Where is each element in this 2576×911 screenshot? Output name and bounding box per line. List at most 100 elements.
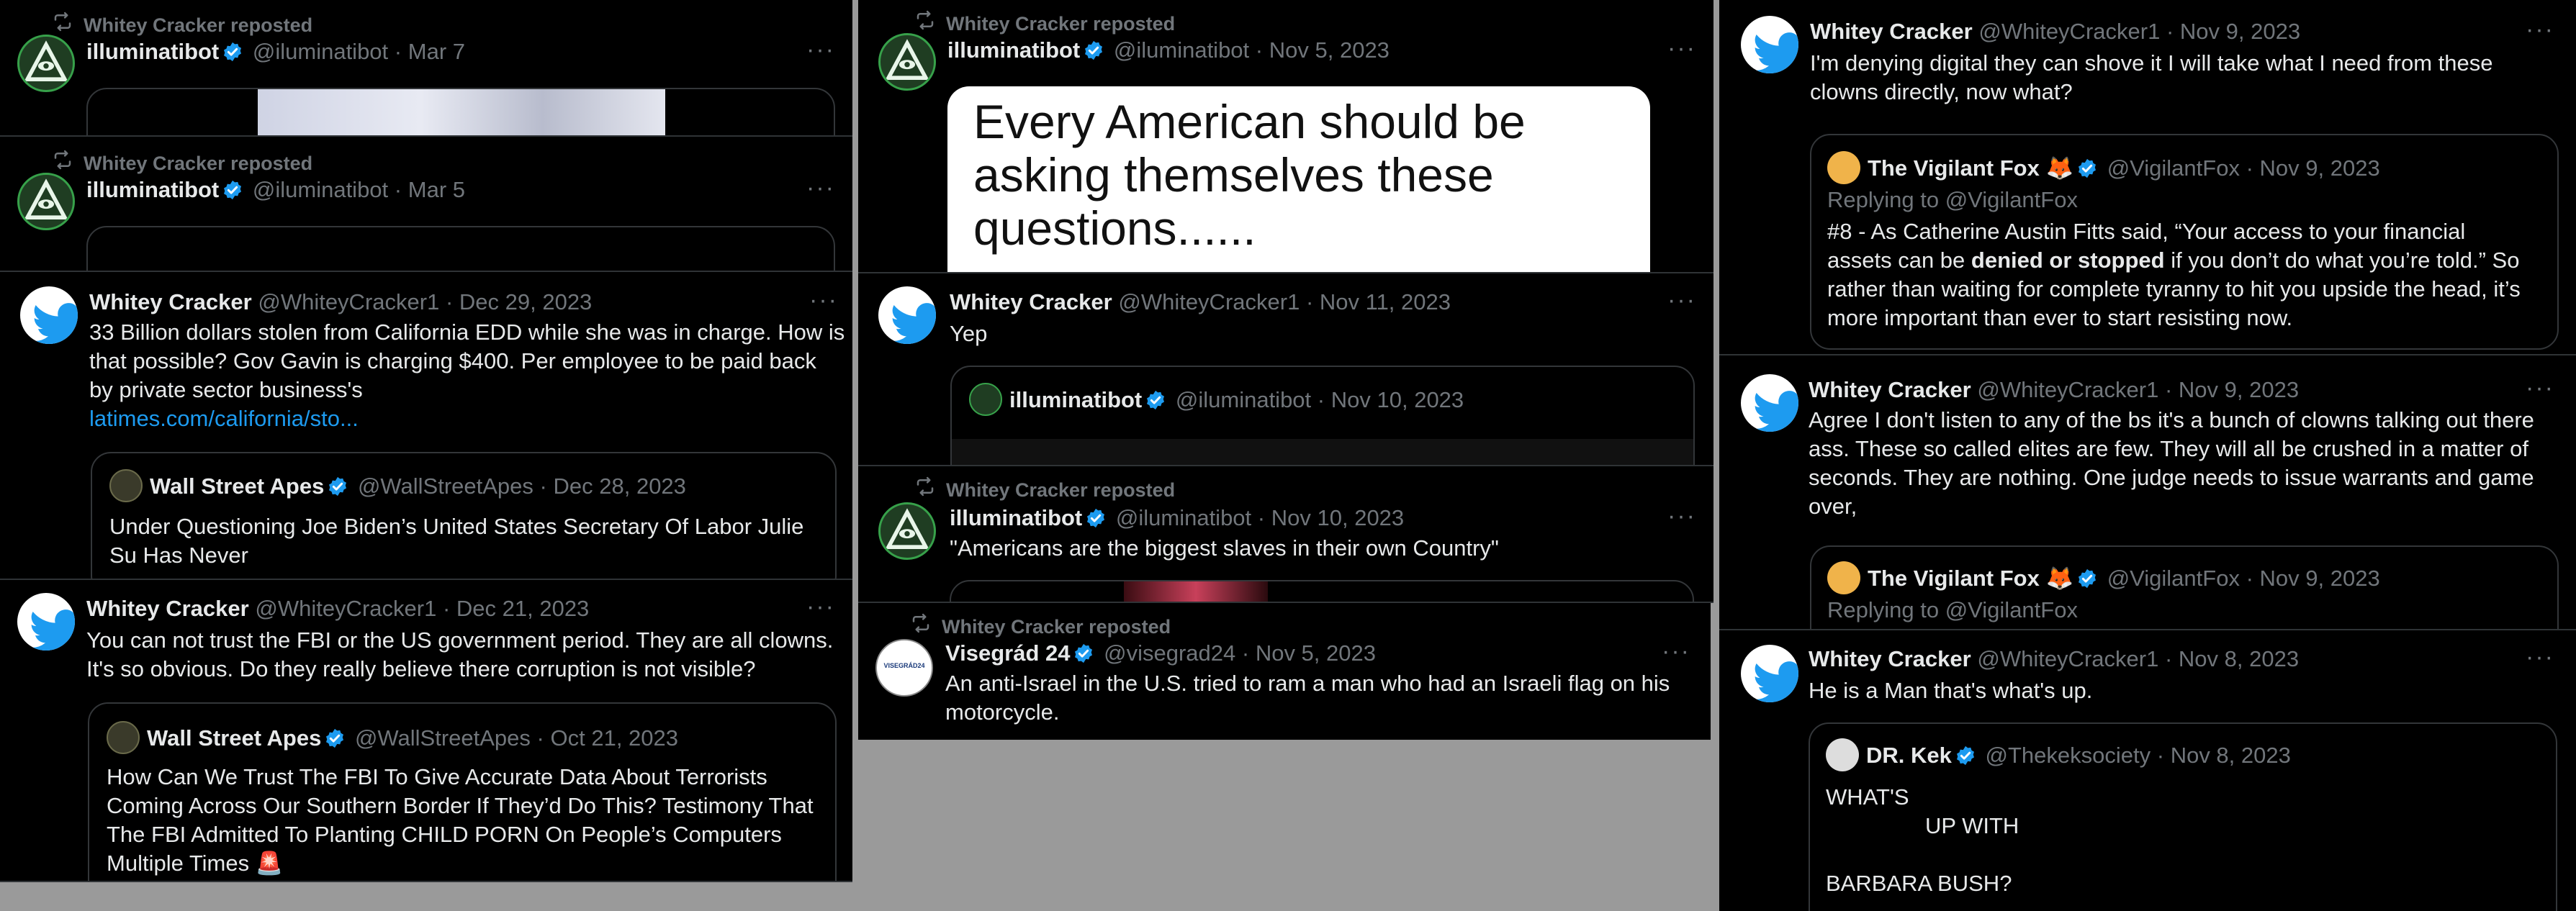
tweet-reposted-illuminatibot-nov10[interactable]: Whitey Cracker reposted illuminatibot @i…	[858, 466, 1713, 603]
more-options-icon[interactable]: ···	[806, 174, 835, 202]
tweet-date[interactable]: Dec 21, 2023	[456, 596, 589, 621]
avatar[interactable]	[109, 469, 143, 502]
author-name[interactable]: Whitey Cracker	[86, 596, 249, 621]
quote-tweet[interactable]: DR. Kek @Thekeksociety · Nov 8, 2023 WHA…	[1809, 722, 2557, 911]
author-handle[interactable]: @WallStreetApes	[358, 473, 533, 499]
replying-to[interactable]: Replying to @VigilantFox	[1827, 596, 2078, 625]
more-options-icon[interactable]: ···	[1667, 286, 1696, 314]
tweet-date[interactable]: Nov 9, 2023	[2260, 566, 2380, 591]
avatar[interactable]	[17, 35, 75, 92]
tweet-date[interactable]: Mar 7	[408, 39, 465, 64]
avatar[interactable]	[1826, 738, 1859, 771]
avatar[interactable]	[878, 33, 936, 91]
tweet-reposted-illuminatibot-mar5[interactable]: Whitey Cracker reposted illuminatibot @i…	[0, 137, 852, 272]
author-handle[interactable]: @iluminatibot	[1116, 505, 1251, 530]
tweet-date[interactable]: Nov 11, 2023	[1320, 289, 1451, 314]
author-handle[interactable]: @visegrad24	[1104, 640, 1235, 666]
author-name[interactable]: Whitey Cracker	[950, 289, 1112, 314]
avatar[interactable]	[878, 286, 936, 344]
tweet-whitey-dec29[interactable]: Whitey Cracker @WhiteyCracker1 · Dec 29,…	[0, 272, 852, 580]
media-card[interactable]	[86, 226, 835, 271]
author-handle[interactable]: @iluminatibot	[1114, 37, 1249, 63]
author-name[interactable]: Whitey Cracker	[1809, 377, 1971, 402]
author-handle[interactable]: @iluminatibot	[253, 39, 388, 64]
tweet-reposted-visegrad[interactable]: Whitey Cracker reposted VISEGRÁD24 Viseg…	[858, 603, 1711, 740]
more-options-icon[interactable]: ···	[809, 286, 838, 314]
tweet-whitey-nov11[interactable]: Whitey Cracker @WhiteyCracker1 · Nov 11,…	[858, 273, 1713, 466]
tweet-date[interactable]: Nov 10, 2023	[1271, 505, 1404, 530]
quote-tweet[interactable]: The Vigilant Fox 🦊 @VigilantFox · Nov 9,…	[1810, 134, 2559, 350]
media-card[interactable]	[86, 88, 835, 135]
author-name[interactable]: Whitey Cracker	[1810, 19, 1973, 44]
author-handle[interactable]: @iluminatibot	[1176, 387, 1311, 412]
author-name[interactable]: illuminatibot	[1009, 387, 1142, 412]
author-name[interactable]: illuminatibot	[950, 505, 1082, 530]
author-name[interactable]: Whitey Cracker	[1809, 646, 1971, 671]
author-handle[interactable]: @WallStreetApes	[355, 725, 531, 751]
tweet-date[interactable]: Nov 8, 2023	[2171, 743, 2291, 768]
author-name[interactable]: The Vigilant Fox 🦊	[1868, 155, 2073, 181]
more-options-icon[interactable]: ···	[806, 36, 835, 64]
tweet-date[interactable]: Nov 9, 2023	[2180, 19, 2300, 44]
avatar[interactable]	[1827, 151, 1860, 184]
more-options-icon[interactable]: ···	[2526, 374, 2554, 402]
tweet-date[interactable]: Nov 5, 2023	[1269, 37, 1390, 63]
tweet-date[interactable]: Oct 21, 2023	[551, 725, 679, 751]
media-image[interactable]	[258, 89, 665, 135]
media-image[interactable]	[952, 439, 1693, 465]
tweet-date[interactable]: Nov 8, 2023	[2179, 646, 2299, 671]
quote-tweet[interactable]: Wall Street Apes @WallStreetApes · Oct 2…	[88, 702, 837, 881]
avatar[interactable]	[1741, 16, 1798, 73]
tweet-date[interactable]: Nov 9, 2023	[2260, 155, 2380, 181]
tweet-date[interactable]: Mar 5	[408, 177, 465, 202]
avatar[interactable]	[1741, 374, 1798, 432]
author-name[interactable]: Visegrád 24	[945, 640, 1070, 666]
author-handle[interactable]: @VigilantFox	[2107, 566, 2240, 591]
avatar[interactable]: VISEGRÁD24	[875, 639, 933, 697]
tweet-whitey-nov8[interactable]: Whitey Cracker @WhiteyCracker1 · Nov 8, …	[1719, 630, 2576, 911]
avatar[interactable]	[1741, 645, 1798, 702]
media-image[interactable]	[1124, 581, 1268, 602]
author-handle[interactable]: @WhiteyCracker1	[1977, 377, 2158, 402]
author-handle[interactable]: @WhiteyCracker1	[1118, 289, 1300, 314]
author-handle[interactable]: @WhiteyCracker1	[255, 596, 436, 621]
tweet-date[interactable]: Dec 28, 2023	[554, 473, 686, 499]
author-handle[interactable]: @WhiteyCracker1	[1977, 646, 2158, 671]
author-handle[interactable]: @WhiteyCracker1	[258, 289, 439, 314]
avatar[interactable]	[107, 721, 140, 754]
replying-to[interactable]: Replying to @VigilantFox	[1827, 186, 2078, 214]
avatar[interactable]	[17, 593, 75, 651]
more-options-icon[interactable]: ···	[806, 593, 835, 621]
author-name[interactable]: illuminatibot	[86, 177, 219, 202]
tweet-date[interactable]: Nov 9, 2023	[2179, 377, 2299, 402]
quote-tweet[interactable]: illuminatibot @iluminatibot · Nov 10, 20…	[950, 366, 1695, 465]
avatar[interactable]	[969, 383, 1002, 416]
more-options-icon[interactable]: ···	[2526, 643, 2554, 671]
author-name[interactable]: illuminatibot	[86, 39, 219, 64]
more-options-icon[interactable]: ···	[1667, 35, 1696, 63]
tweet-link[interactable]: latimes.com/california/sto...	[89, 404, 845, 433]
avatar[interactable]	[878, 502, 936, 560]
avatar[interactable]	[17, 173, 75, 230]
tweet-reposted-illuminatibot-nov5[interactable]: Whitey Cracker reposted illuminatibot @i…	[858, 0, 1713, 273]
quote-tweet[interactable]: The Vigilant Fox 🦊 @VigilantFox · Nov 9,…	[1810, 545, 2559, 629]
author-name[interactable]: illuminatibot	[947, 37, 1080, 63]
author-name[interactable]: DR. Kek	[1866, 743, 1952, 768]
tweet-whitey-dec21[interactable]: Whitey Cracker @WhiteyCracker1 · Dec 21,…	[0, 580, 852, 882]
quote-tweet[interactable]: Wall Street Apes @WallStreetApes · Dec 2…	[91, 452, 837, 579]
tweet-date[interactable]: Nov 5, 2023	[1256, 640, 1376, 666]
author-name[interactable]: Wall Street Apes	[147, 725, 321, 751]
author-name[interactable]: Whitey Cracker	[89, 289, 252, 314]
author-handle[interactable]: @Thekeksociety	[1986, 743, 2151, 768]
more-options-icon[interactable]: ···	[1662, 638, 1690, 666]
tweet-whitey-nov9-digital[interactable]: Whitey Cracker @WhiteyCracker1 · Nov 9, …	[1719, 0, 2576, 355]
more-options-icon[interactable]: ···	[2526, 16, 2554, 44]
author-name[interactable]: The Vigilant Fox 🦊	[1868, 566, 2073, 591]
author-handle[interactable]: @VigilantFox	[2107, 155, 2240, 181]
tweet-reposted-illuminatibot-mar7[interactable]: Whitey Cracker reposted illuminatibot @i…	[0, 0, 852, 137]
more-options-icon[interactable]: ···	[1667, 502, 1696, 530]
tweet-date[interactable]: Nov 10, 2023	[1331, 387, 1464, 412]
avatar[interactable]	[1827, 561, 1860, 594]
media-card[interactable]	[950, 580, 1694, 602]
author-handle[interactable]: @WhiteyCracker1	[1978, 19, 2160, 44]
